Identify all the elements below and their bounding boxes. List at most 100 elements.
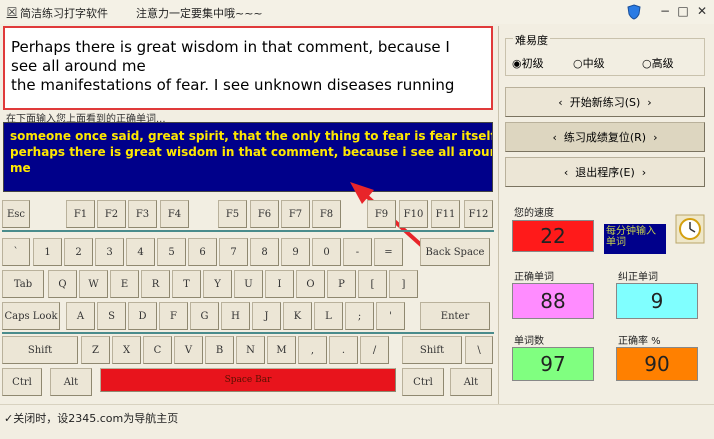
key-left-ctrl[interactable]: Ctrl (2, 368, 42, 396)
restore-button[interactable]: □ (675, 3, 691, 19)
key-r[interactable]: R (141, 270, 170, 298)
speed-unit: 每分钟输入单词 (604, 224, 666, 254)
key-f4[interactable]: F4 (160, 200, 189, 228)
key-sym-10[interactable]: / (360, 336, 389, 364)
key-right-ctrl[interactable]: Ctrl (402, 368, 444, 396)
key-s[interactable]: S (97, 302, 126, 330)
key-backspace[interactable]: Back Space (420, 238, 490, 266)
key-left-alt[interactable]: Alt (50, 368, 92, 396)
speed-value: 22 (512, 220, 594, 252)
app-icon[interactable]: ☒ (4, 4, 20, 20)
clock-icon (675, 214, 705, 244)
shield-icon[interactable] (627, 4, 641, 20)
key-u[interactable]: U (234, 270, 263, 298)
key-f3[interactable]: F3 (128, 200, 157, 228)
key-h[interactable]: H (221, 302, 250, 330)
key-t[interactable]: T (172, 270, 201, 298)
key-f8[interactable]: F8 (312, 200, 341, 228)
key-x[interactable]: X (112, 336, 141, 364)
key-left-shift[interactable]: Shift (2, 336, 78, 364)
key-sym-11[interactable]: [ (358, 270, 387, 298)
rate-value: 90 (616, 347, 698, 381)
key-sym-9[interactable]: . (329, 336, 358, 364)
virtual-keyboard: Esc F1 F2 F3 F4 F5 F6 F7 F8 F9 F10 F11 F12 ` 1 2 3 4 5 6 7 8 9… (0, 196, 497, 402)
status-text: 关闭时，设2345.com为导航主页 (13, 412, 179, 425)
key-7[interactable]: 7 (219, 238, 248, 266)
key-sym-10[interactable]: ; (345, 302, 374, 330)
key-enter[interactable]: Enter (420, 302, 490, 330)
key-f7[interactable]: F7 (281, 200, 310, 228)
key-l[interactable]: L (314, 302, 343, 330)
start-practice-button[interactable]: ‹ 开始新练习(S) › (505, 87, 705, 117)
key-n[interactable]: N (236, 336, 265, 364)
key-c[interactable]: C (143, 336, 172, 364)
key-g[interactable]: G (190, 302, 219, 330)
start-practice-label: 开始新练习(S) (569, 96, 641, 109)
status-bar[interactable]: ✓关闭时，设2345.com为导航主页 (4, 410, 178, 426)
key-f9[interactable]: F9 (367, 200, 396, 228)
key-i[interactable]: I (265, 270, 294, 298)
key-4[interactable]: 4 (126, 238, 155, 266)
key-sym-11[interactable]: - (343, 238, 372, 266)
fixed-label: 纠正单词 (618, 272, 658, 283)
reading-text-box: Perhaps there is great wisdom in that co… (3, 26, 493, 110)
key-tab[interactable]: Tab (2, 270, 44, 298)
key-f6[interactable]: F6 (250, 200, 279, 228)
key-9[interactable]: 9 (281, 238, 310, 266)
key-8[interactable]: 8 (250, 238, 279, 266)
key-sym-12[interactable]: ] (389, 270, 418, 298)
key-e[interactable]: E (110, 270, 139, 298)
difficulty-radio-advanced[interactable]: ○高级 (642, 55, 674, 71)
key-sym-12[interactable]: = (374, 238, 403, 266)
close-button[interactable]: ✕ (694, 3, 710, 19)
key-6[interactable]: 6 (188, 238, 217, 266)
key-f5[interactable]: F5 (218, 200, 247, 228)
key-j[interactable]: J (252, 302, 281, 330)
key-esc[interactable]: Esc (2, 200, 30, 228)
key-q[interactable]: Q (48, 270, 77, 298)
minimize-button[interactable]: − (657, 3, 673, 19)
key-space[interactable]: Space Bar (100, 368, 396, 392)
exit-button[interactable]: ‹ 退出程序(E) › (505, 157, 705, 187)
key-f[interactable]: F (159, 302, 188, 330)
correct-label: 正确单词 (514, 272, 554, 283)
key-5[interactable]: 5 (157, 238, 186, 266)
key-0[interactable]: 0 (312, 238, 341, 266)
key-backtick[interactable]: ` (2, 238, 30, 266)
key-sym-11[interactable]: ' (376, 302, 405, 330)
speed-label: 您的速度 (514, 208, 554, 219)
key-right-shift[interactable]: Shift (402, 336, 462, 364)
key-f2[interactable]: F2 (97, 200, 126, 228)
key-f11[interactable]: F11 (431, 200, 460, 228)
key-caps-lock[interactable]: Caps Look (2, 302, 60, 330)
key-f1[interactable]: F1 (66, 200, 95, 228)
key-y[interactable]: Y (203, 270, 232, 298)
window-title: 简洁练习打字软件 (20, 7, 108, 20)
key-p[interactable]: P (327, 270, 356, 298)
key-a[interactable]: A (66, 302, 95, 330)
key-2[interactable]: 2 (64, 238, 93, 266)
keyboard-divider (2, 230, 494, 232)
key-v[interactable]: V (174, 336, 203, 364)
total-label: 单词数 (514, 336, 544, 347)
key-f10[interactable]: F10 (399, 200, 428, 228)
key-k[interactable]: K (283, 302, 312, 330)
key-f12[interactable]: F12 (464, 200, 493, 228)
difficulty-radio-intermediate[interactable]: ○中级 (573, 55, 605, 71)
key-right-alt[interactable]: Alt (450, 368, 492, 396)
difficulty-legend: 难易度 (513, 32, 550, 48)
key-d[interactable]: D (128, 302, 157, 330)
reset-score-button[interactable]: ‹ 练习成绩复位(R) › (505, 122, 705, 152)
key-z[interactable]: Z (81, 336, 110, 364)
key-3[interactable]: 3 (95, 238, 124, 266)
key-1[interactable]: 1 (33, 238, 62, 266)
key-m[interactable]: M (267, 336, 296, 364)
reset-score-label: 练习成绩复位(R) (563, 131, 647, 144)
key-backslash[interactable]: \ (465, 336, 493, 364)
difficulty-radio-beginner[interactable]: ◉初级 (512, 55, 544, 71)
difficulty-label: 初级 (521, 57, 544, 70)
key-w[interactable]: W (79, 270, 108, 298)
key-sym-8[interactable]: , (298, 336, 327, 364)
key-o[interactable]: O (296, 270, 325, 298)
key-b[interactable]: B (205, 336, 234, 364)
